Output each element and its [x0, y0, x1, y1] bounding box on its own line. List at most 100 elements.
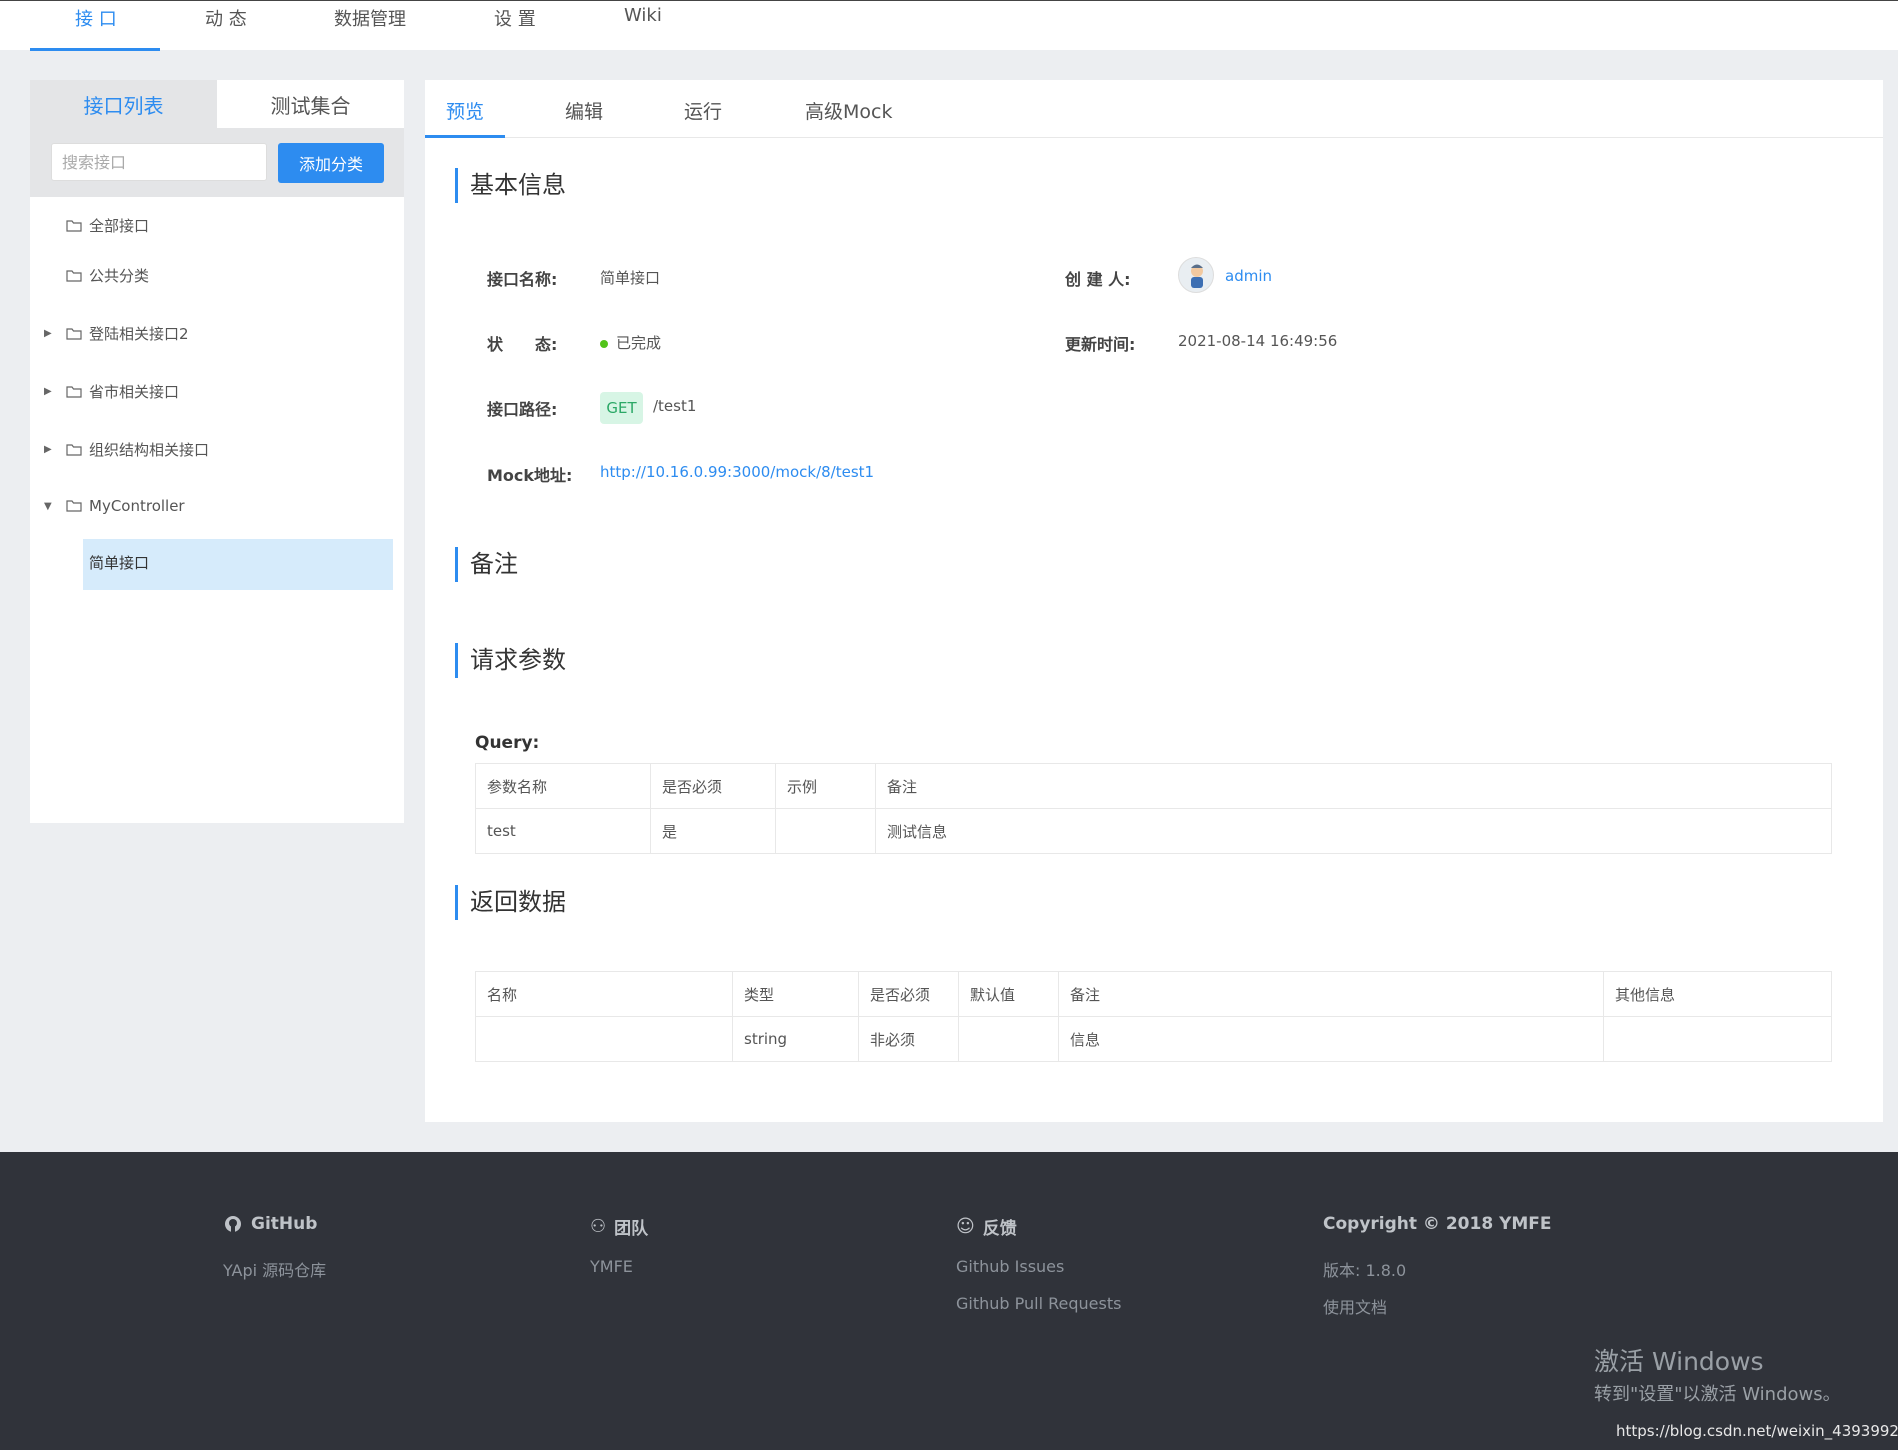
- tree-item-all[interactable]: 全部接口: [66, 215, 149, 236]
- folder-icon: [66, 327, 82, 340]
- top-nav: 接 口 动 态 数据管理 设 置 Wiki: [0, 0, 1898, 51]
- table-header-cell: 其他信息: [1603, 971, 1832, 1017]
- tree-item-label: 省市相关接口: [89, 383, 180, 401]
- value-interface-name: 简单接口: [600, 269, 661, 287]
- table-header-cell: 默认值: [958, 971, 1059, 1017]
- method-badge: GET: [600, 392, 643, 424]
- status-text: 已完成: [616, 334, 662, 352]
- nav-tab-settings[interactable]: 设 置: [494, 5, 536, 31]
- tree-item-label: MyController: [89, 497, 185, 515]
- table-header-row: 名称 类型 是否必须 默认值 备注 其他信息: [475, 971, 1832, 1017]
- nav-tab-interface[interactable]: 接 口: [75, 5, 117, 31]
- footer-copyright-title: Copyright © 2018 YMFE: [1323, 1214, 1552, 1234]
- table-cell: [775, 808, 876, 854]
- section-title-remark: 备注: [455, 547, 518, 582]
- table-header-cell: 类型: [732, 971, 859, 1017]
- tree-item-public[interactable]: 公共分类: [66, 265, 149, 286]
- label-status: 状 态:: [487, 335, 558, 354]
- tree-item-organization[interactable]: ▶ 组织结构相关接口: [44, 439, 210, 460]
- user-avatar-icon: [1191, 264, 1203, 288]
- active-tab-indicator: [30, 48, 160, 51]
- watermark-url: https://blog.csdn.net/weixin_43939924: [1616, 1422, 1898, 1440]
- table-cell: string: [732, 1016, 859, 1062]
- footer-version: 版本: 1.8.0: [1323, 1261, 1407, 1280]
- footer-col-title: Copyright © 2018 YMFE: [1323, 1214, 1552, 1234]
- caret-right-icon[interactable]: ▶: [44, 444, 54, 455]
- table-cell: 是: [650, 808, 776, 854]
- tree-item-province[interactable]: ▶ 省市相关接口: [44, 381, 180, 402]
- footer-feedback-title: ☺ 反馈: [956, 1214, 1017, 1239]
- table-header-cell: 是否必须: [650, 763, 776, 809]
- table-header-cell: 名称: [475, 971, 733, 1017]
- label-creator: 创 建 人:: [1065, 270, 1131, 289]
- query-label: Query:: [475, 733, 540, 753]
- team-icon: ⚇: [590, 1216, 607, 1237]
- tree-item-mycontroller[interactable]: ▼ MyController: [44, 497, 185, 515]
- tree-item-login[interactable]: ▶ 登陆相关接口2: [44, 323, 189, 344]
- table-cell: [958, 1016, 1059, 1062]
- detail-tabs: 预览 编辑 运行 高级Mock: [425, 80, 1883, 138]
- table-header-cell: 备注: [875, 763, 1832, 809]
- caret-right-icon[interactable]: ▶: [44, 328, 54, 339]
- section-title-request: 请求参数: [455, 643, 566, 678]
- table-cell: test: [475, 808, 651, 854]
- section-title-response: 返回数据: [455, 885, 566, 920]
- tree-item-simple-interface[interactable]: 简单接口: [89, 552, 149, 573]
- label-updated-time: 更新时间:: [1065, 335, 1136, 354]
- footer-col-title: 团队: [614, 1219, 649, 1239]
- footer-link-docs[interactable]: 使用文档: [1323, 1294, 1387, 1318]
- tab-interface-list[interactable]: 接口列表: [30, 80, 217, 128]
- nav-tab-data-management[interactable]: 数据管理: [334, 5, 406, 31]
- table-cell: 测试信息: [875, 808, 1832, 854]
- footer-link-pull-requests[interactable]: Github Pull Requests: [956, 1294, 1121, 1313]
- tab-edit[interactable]: 编辑: [565, 97, 603, 124]
- table-row: string 非必须 信息: [475, 1016, 1832, 1062]
- tab-advanced-mock[interactable]: 高级Mock: [805, 97, 892, 124]
- status-dot-icon: [600, 339, 608, 348]
- folder-icon: [66, 443, 82, 456]
- nav-tab-wiki[interactable]: Wiki: [624, 5, 662, 26]
- smile-icon: ☺: [956, 1216, 975, 1237]
- label-mock-url: Mock地址:: [487, 466, 573, 485]
- footer-link-github-issues[interactable]: Github Issues: [956, 1257, 1064, 1276]
- table-cell: [475, 1016, 733, 1062]
- tab-test-collection[interactable]: 测试集合: [217, 80, 404, 128]
- search-input[interactable]: [51, 143, 267, 181]
- active-tab-indicator: [425, 135, 505, 138]
- tree-item-label: 登陆相关接口2: [89, 325, 189, 343]
- nav-tab-activity[interactable]: 动 态: [205, 5, 247, 31]
- tab-preview[interactable]: 预览: [446, 97, 484, 124]
- tree-item-label: 组织结构相关接口: [89, 441, 210, 459]
- table-header-cell: 参数名称: [475, 763, 651, 809]
- label-path: 接口路径:: [487, 400, 558, 419]
- interface-sidebar: 接口列表 测试集合 添加分类 全部接口 公共分类 ▶ 登陆相关接口2 ▶ 省市相…: [30, 80, 404, 823]
- creator-link[interactable]: admin: [1225, 267, 1272, 285]
- footer-col-title: GitHub: [251, 1214, 318, 1234]
- tab-run[interactable]: 运行: [684, 97, 722, 124]
- table-cell: 信息: [1058, 1016, 1604, 1062]
- caret-down-icon[interactable]: ▼: [44, 501, 54, 512]
- table-cell: [1603, 1016, 1832, 1062]
- footer-link-ymfe[interactable]: YMFE: [590, 1257, 633, 1276]
- table-header-cell: 示例: [775, 763, 876, 809]
- folder-icon: [66, 385, 82, 398]
- caret-right-icon[interactable]: ▶: [44, 386, 54, 397]
- value-updated-time: 2021-08-14 16:49:56: [1178, 332, 1338, 350]
- add-category-button[interactable]: 添加分类: [278, 143, 384, 183]
- footer-link-yapi-repo[interactable]: YApi 源码仓库: [223, 1257, 326, 1281]
- github-icon: [225, 1216, 241, 1232]
- tree-item-label: 全部接口: [89, 217, 150, 235]
- table-header-row: 参数名称 是否必须 示例 备注: [475, 763, 1832, 809]
- folder-icon: [66, 500, 82, 512]
- table-row: test 是 测试信息: [475, 808, 1832, 854]
- response-table: 名称 类型 是否必须 默认值 备注 其他信息 string 非必须 信息: [475, 971, 1832, 1062]
- value-path: /test1: [653, 397, 697, 415]
- avatar[interactable]: [1178, 257, 1214, 293]
- windows-activation-subtitle: 转到"设置"以激活 Windows。: [1594, 1384, 1841, 1405]
- tree-item-label: 公共分类: [89, 267, 150, 285]
- footer: GitHub YApi 源码仓库 ⚇ 团队 YMFE ☺ 反馈 Github I…: [0, 1152, 1898, 1450]
- footer-github-title: GitHub: [223, 1214, 317, 1234]
- mock-url-link[interactable]: http://10.16.0.99:3000/mock/8/test1: [600, 463, 874, 481]
- table-cell: 非必须: [858, 1016, 959, 1062]
- table-header-cell: 是否必须: [858, 971, 959, 1017]
